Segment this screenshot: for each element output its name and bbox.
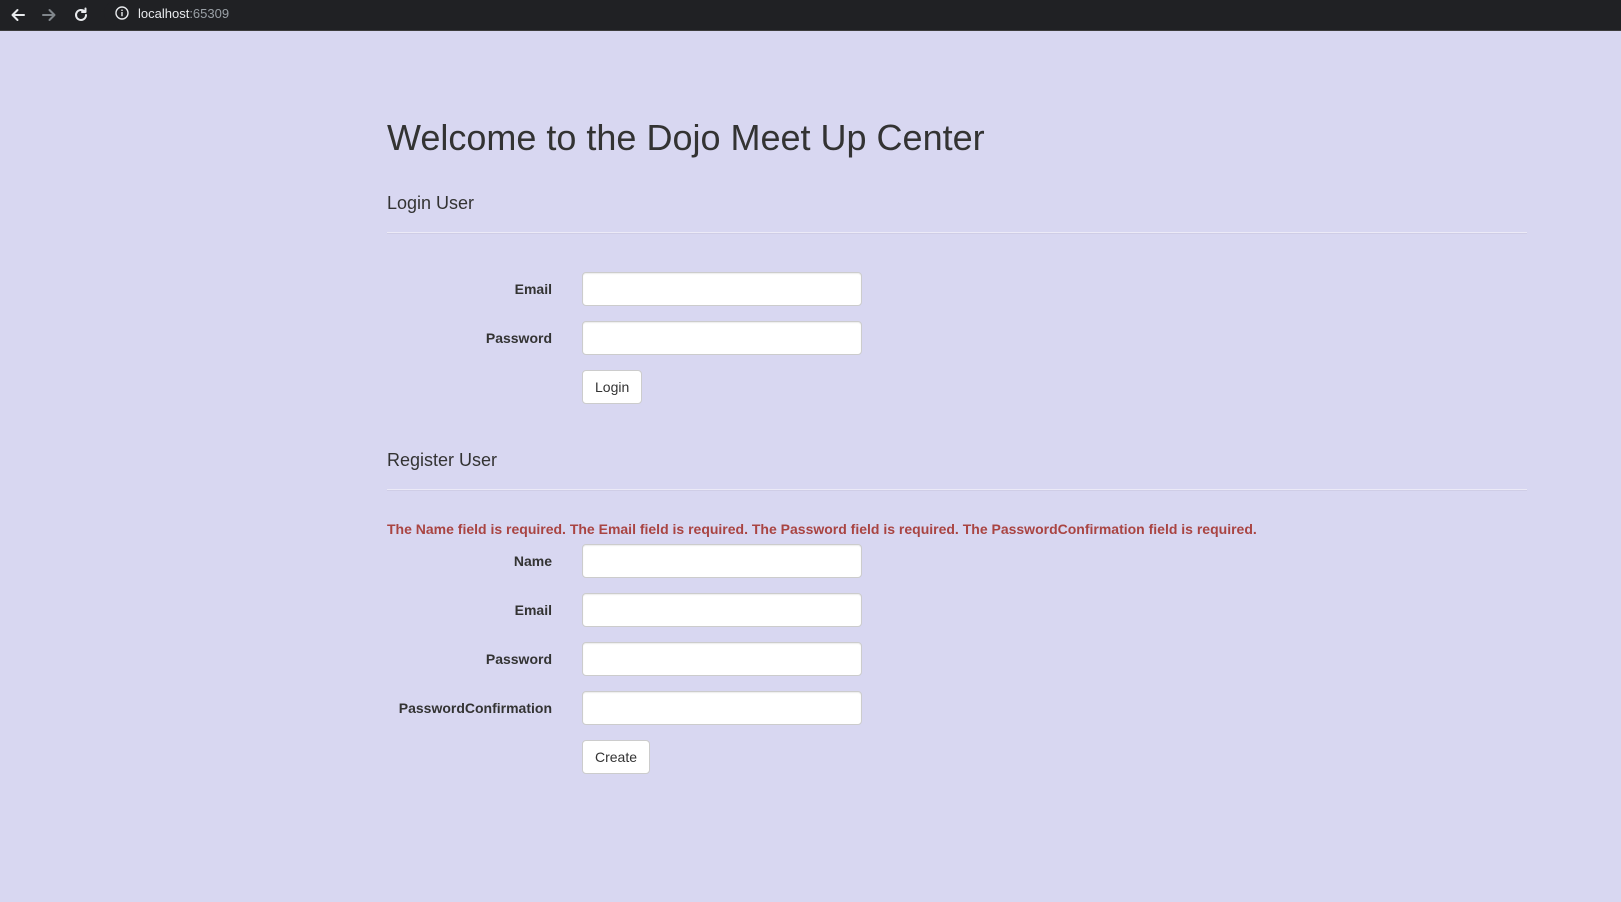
login-email-input[interactable]	[582, 272, 862, 306]
register-confirm-label: PasswordConfirmation	[398, 700, 552, 716]
reload-icon	[72, 6, 90, 24]
reload-button[interactable]	[67, 2, 95, 28]
register-email-input[interactable]	[582, 593, 862, 627]
page-title: Welcome to the Dojo Meet Up Center	[387, 117, 985, 158]
register-heading: Register User	[387, 450, 498, 470]
browser-toolbar: localhost:65309	[0, 0, 1621, 31]
login-password-input[interactable]	[582, 321, 862, 355]
login-email-label: Email	[514, 281, 552, 297]
register-password-label: Password	[485, 651, 552, 667]
back-button[interactable]	[4, 2, 32, 28]
register-name-input[interactable]	[582, 544, 862, 578]
register-name-label: Name	[513, 553, 552, 569]
forward-button[interactable]	[35, 2, 63, 28]
url-text: localhost:65309	[138, 6, 229, 21]
login-button[interactable]: Login	[582, 370, 643, 404]
arrow-right-icon	[40, 6, 58, 24]
register-email-label: Email	[514, 602, 552, 618]
register-divider	[387, 489, 1527, 491]
register-confirm-input[interactable]	[582, 691, 862, 725]
login-password-label: Password	[485, 330, 552, 346]
create-button[interactable]: Create	[582, 740, 651, 774]
login-divider	[387, 232, 1527, 234]
validation-summary: The Name field is required. The Email fi…	[387, 521, 1257, 537]
info-icon[interactable]	[114, 5, 130, 21]
url-port: :65309	[189, 5, 230, 21]
register-password-input[interactable]	[582, 642, 862, 676]
login-heading: Login User	[387, 193, 475, 213]
url-host: localhost	[138, 5, 190, 21]
arrow-left-icon	[9, 6, 27, 24]
address-bar[interactable]: localhost:65309	[104, 0, 1621, 26]
